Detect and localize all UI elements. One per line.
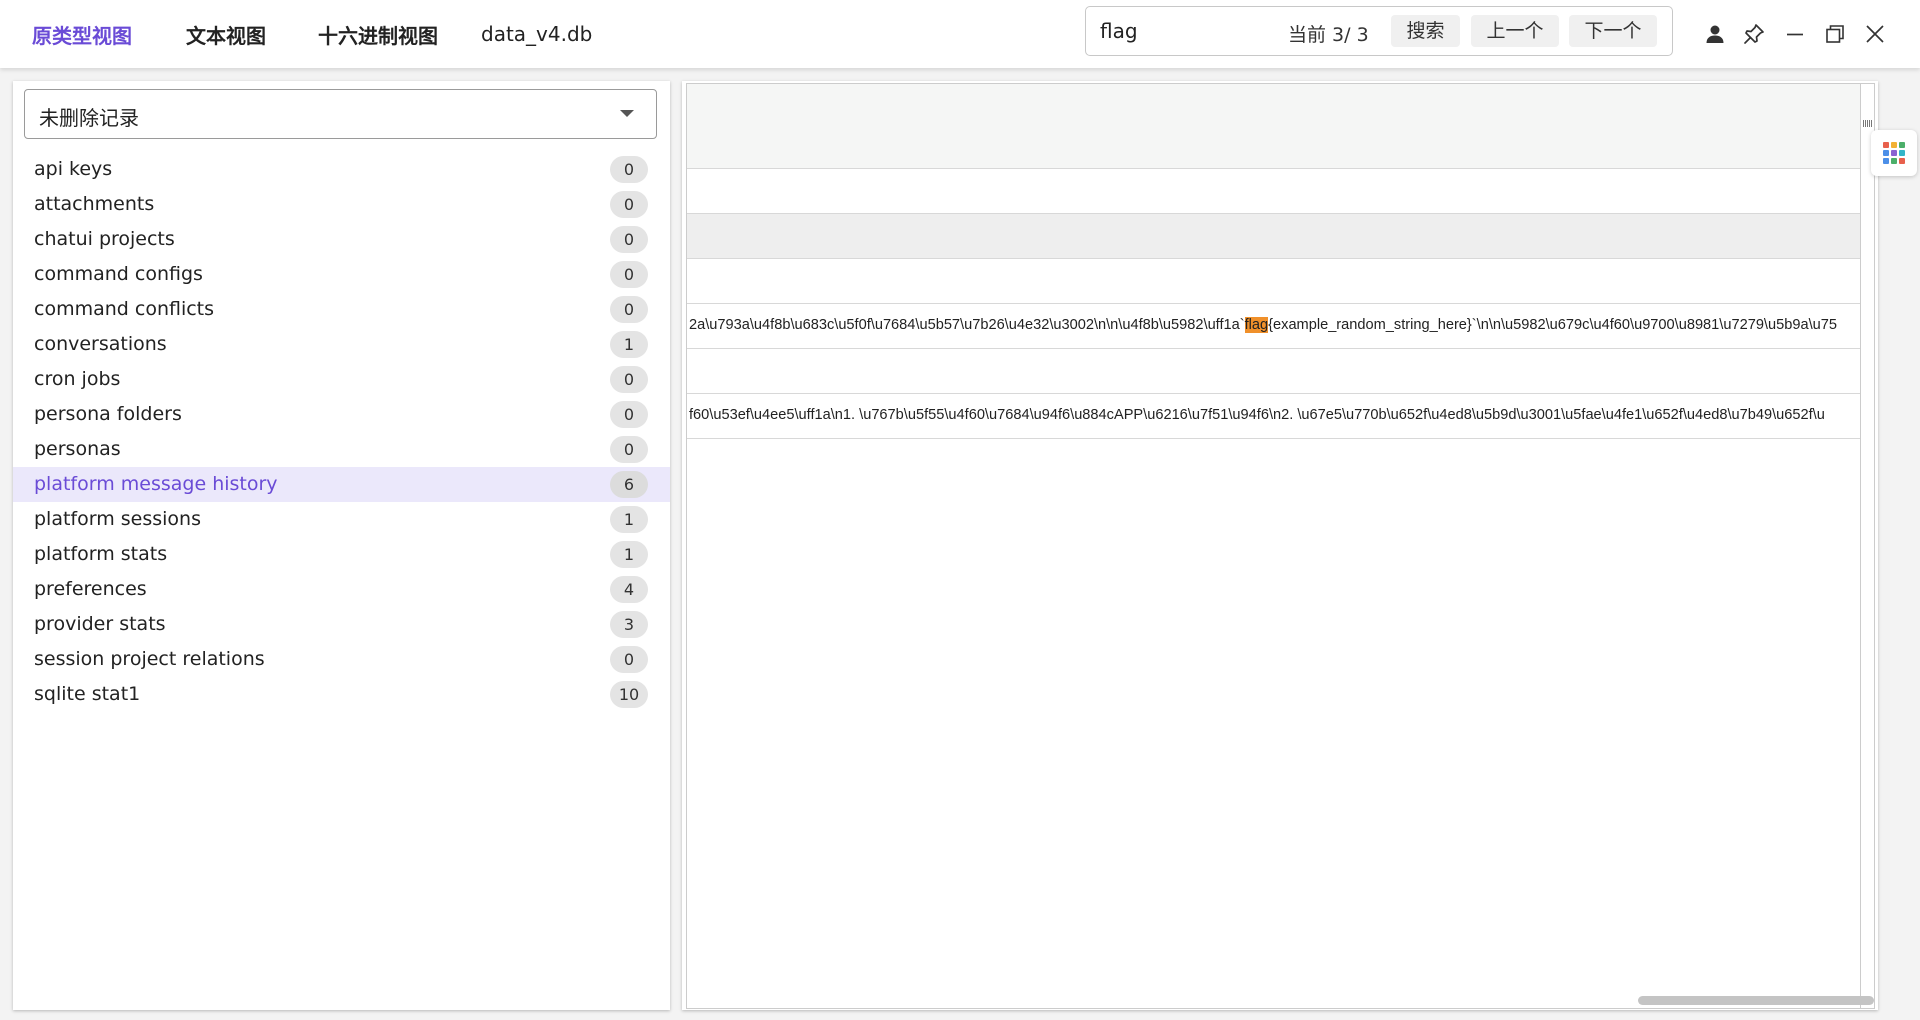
cell-text-before-match: 2a\u793a\u4f8b\u683c\u5f0f\u7684\u5b57\u… xyxy=(689,317,1245,333)
record-count-badge: 1 xyxy=(610,506,648,533)
column-resize-grip-icon xyxy=(1863,120,1872,127)
table-row[interactable] xyxy=(687,349,1860,394)
table-list: api keys 0 attachments 0 chatui projects… xyxy=(13,152,670,712)
table-name: api keys xyxy=(34,158,113,180)
pin-icon[interactable] xyxy=(1742,22,1766,46)
table-name: cron jobs xyxy=(34,368,121,390)
table-name: session project relations xyxy=(34,648,265,670)
table-list-item[interactable]: platform stats 1 xyxy=(13,537,670,572)
record-count-badge: 0 xyxy=(610,261,648,288)
record-count-badge: 10 xyxy=(610,681,648,708)
table-name: command conflicts xyxy=(34,298,215,320)
close-icon[interactable] xyxy=(1863,22,1887,46)
table-name: platform sessions xyxy=(34,508,202,530)
next-match-button[interactable]: 下一个 xyxy=(1569,15,1657,47)
table-list-item[interactable]: platform sessions 1 xyxy=(13,502,670,537)
table-list-item[interactable]: command configs 0 xyxy=(13,257,670,292)
record-filter-value: 未删除记录 xyxy=(39,106,139,130)
app-window: 原类型视图 文本视图 十六进制视图 data_v4.db 当前 3/ 3 搜索 … xyxy=(0,0,1920,1020)
record-count-badge: 3 xyxy=(610,611,648,638)
record-count-badge: 0 xyxy=(610,156,648,183)
table-list-item[interactable]: persona folders 0 xyxy=(13,397,670,432)
record-count-badge: 4 xyxy=(610,576,648,603)
table-list-item[interactable]: attachments 0 xyxy=(13,187,670,222)
table-list-item[interactable]: command conflicts 0 xyxy=(13,292,670,327)
table-row[interactable] xyxy=(687,169,1860,214)
tab-text-view[interactable]: 文本视图 xyxy=(186,20,266,49)
search-match-highlight: flag xyxy=(1244,317,1269,333)
table-list-item[interactable]: provider stats 3 xyxy=(13,607,670,642)
table-name: conversations xyxy=(34,333,167,355)
record-count-badge: 1 xyxy=(610,331,648,358)
table-list-item[interactable]: api keys 0 xyxy=(13,152,670,187)
record-count-badge: 0 xyxy=(610,401,648,428)
table-list-panel: 未删除记录 api keys 0 attachments 0 chatui pr… xyxy=(13,81,670,1010)
table-name: personas xyxy=(34,438,121,460)
search-bar: 当前 3/ 3 搜索 上一个 下一个 xyxy=(1085,6,1673,56)
caret-down-icon xyxy=(620,110,634,117)
record-filter-select[interactable]: 未删除记录 xyxy=(24,89,657,139)
record-grid-panel: 2a\u793a\u4f8b\u683c\u5f0f\u7684\u5b57\u… xyxy=(682,81,1878,1010)
table-row[interactable]: f60\u53ef\u4ee5\uff1a\n1. \u767b\u5f55\u… xyxy=(687,394,1860,439)
cell-text-after-match: {example_random_string_here}`\n\n\u5982\… xyxy=(1268,317,1837,333)
table-name: platform message history xyxy=(34,473,278,495)
search-button[interactable]: 搜索 xyxy=(1391,15,1460,47)
table-list-item[interactable]: cron jobs 0 xyxy=(13,362,670,397)
search-match-counter: 当前 3/ 3 xyxy=(1288,24,1369,46)
table-list-item[interactable]: conversations 1 xyxy=(13,327,670,362)
tab-raw-type-view[interactable]: 原类型视图 xyxy=(32,20,132,49)
record-count-badge: 1 xyxy=(610,541,648,568)
apps-grid-icon xyxy=(1883,142,1905,164)
horizontal-scrollbar-thumb[interactable] xyxy=(1638,996,1874,1005)
search-input[interactable] xyxy=(1100,16,1270,46)
user-icon[interactable] xyxy=(1703,22,1727,46)
record-grid: 2a\u793a\u4f8b\u683c\u5f0f\u7684\u5b57\u… xyxy=(686,83,1875,1009)
table-name: preferences xyxy=(34,578,147,600)
table-name: command configs xyxy=(34,263,203,285)
record-count-badge: 0 xyxy=(610,191,648,218)
record-count-badge: 0 xyxy=(610,366,648,393)
table-list-item[interactable]: session project relations 0 xyxy=(13,642,670,677)
previous-match-button[interactable]: 上一个 xyxy=(1471,15,1559,47)
record-count-badge: 0 xyxy=(610,226,648,253)
table-name: attachments xyxy=(34,193,155,215)
table-list-item[interactable]: personas 0 xyxy=(13,432,670,467)
table-name: chatui projects xyxy=(34,228,175,250)
table-list-item[interactable]: sqlite stat1 10 xyxy=(13,677,670,712)
restore-icon[interactable] xyxy=(1823,22,1847,46)
table-row[interactable] xyxy=(687,259,1860,304)
table-name: sqlite stat1 xyxy=(34,683,141,705)
file-name: data_v4.db xyxy=(481,22,593,46)
record-count-badge: 0 xyxy=(610,436,648,463)
record-count-badge: 6 xyxy=(610,471,648,498)
message-content-cell[interactable]: 2a\u793a\u4f8b\u683c\u5f0f\u7684\u5b57\u… xyxy=(689,317,1837,333)
message-content-cell[interactable]: f60\u53ef\u4ee5\uff1a\n1. \u767b\u5f55\u… xyxy=(689,407,1825,423)
table-name: provider stats xyxy=(34,613,166,635)
grid-header-row xyxy=(687,84,1860,129)
table-list-item-selected[interactable]: platform message history 6 xyxy=(13,467,670,502)
apps-grid-button[interactable] xyxy=(1871,130,1917,176)
record-count-badge: 0 xyxy=(610,296,648,323)
top-bar: 原类型视图 文本视图 十六进制视图 data_v4.db 当前 3/ 3 搜索 … xyxy=(0,0,1920,68)
table-row[interactable] xyxy=(687,214,1860,259)
table-row[interactable]: 2a\u793a\u4f8b\u683c\u5f0f\u7684\u5b57\u… xyxy=(687,304,1860,349)
table-list-item[interactable]: preferences 4 xyxy=(13,572,670,607)
grid-header-row xyxy=(687,124,1860,169)
tab-hex-view[interactable]: 十六进制视图 xyxy=(318,20,438,49)
table-name: platform stats xyxy=(34,543,168,565)
record-count-badge: 0 xyxy=(610,646,648,673)
minimize-icon[interactable] xyxy=(1783,22,1807,46)
table-list-item[interactable]: chatui projects 0 xyxy=(13,222,670,257)
table-name: persona folders xyxy=(34,403,182,425)
vertical-scrollbar[interactable] xyxy=(1860,84,1874,1008)
